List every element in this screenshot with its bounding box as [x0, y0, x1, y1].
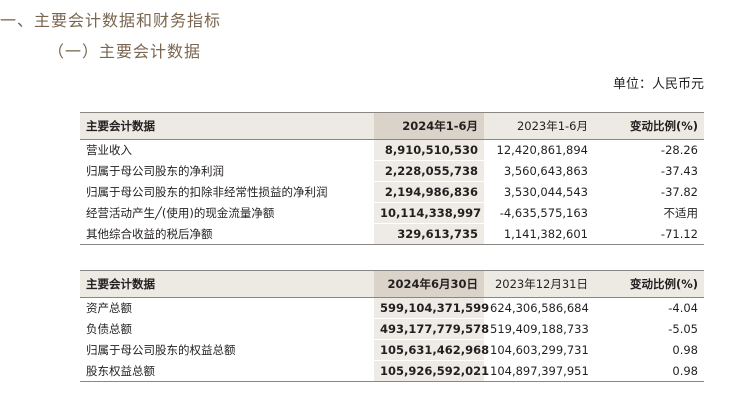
row-label: 归属于母公司股东的净利润	[80, 160, 374, 182]
previous-value: 104,897,397,951	[484, 360, 594, 382]
previous-value: 3,560,643,863	[484, 160, 594, 182]
table-row: 归属于母公司股东的扣除非经常性损益的净利润 2,194,986,836 3,53…	[80, 181, 704, 203]
table-row: 其他综合收益的税后净额 329,613,735 1,141,382,601 -7…	[80, 223, 704, 245]
previous-value: 519,409,188,733	[484, 318, 594, 340]
header-previous-period: 2023年1-6月	[484, 112, 594, 140]
change-ratio: 不适用	[594, 202, 704, 224]
previous-value: 1,141,382,601	[484, 223, 594, 245]
row-label: 归属于母公司股东的扣除非经常性损益的净利润	[80, 181, 374, 203]
current-value: 10,114,338,997	[374, 202, 484, 224]
row-label: 股东权益总额	[80, 360, 374, 382]
subsection-title: （一）主要会计数据	[48, 42, 202, 61]
change-ratio: -4.04	[594, 297, 704, 319]
table-header-row: 主要会计数据 2024年6月30日 2023年12月31日 变动比例(%)	[80, 270, 704, 298]
change-ratio: 0.98	[594, 339, 704, 361]
previous-value: -4,635,575,163	[484, 202, 594, 224]
period-data-table: 主要会计数据 2024年1-6月 2023年1-6月 变动比例(%) 营业收入 …	[80, 112, 704, 245]
current-value: 105,631,462,968	[374, 339, 489, 361]
change-ratio: -5.05	[594, 318, 704, 340]
header-current-period: 2024年1-6月	[374, 112, 484, 140]
current-value: 2,228,055,738	[374, 160, 484, 182]
current-value: 2,194,986,836	[374, 181, 484, 203]
header-item: 主要会计数据	[80, 270, 374, 298]
table-row: 归属于母公司股东的权益总额 105,631,462,968 104,603,29…	[80, 339, 704, 361]
table-row: 经营活动产生╱(使用)的现金流量净额 10,114,338,997 -4,635…	[80, 202, 704, 224]
previous-value: 624,306,586,684	[484, 297, 594, 319]
unit-label: 单位：人民币元	[612, 77, 704, 92]
change-ratio: -71.12	[594, 223, 704, 245]
current-value: 329,613,735	[374, 223, 484, 245]
balance-data-table: 主要会计数据 2024年6月30日 2023年12月31日 变动比例(%) 资产…	[80, 270, 704, 382]
table-row: 股东权益总额 105,926,592,021 104,897,397,951 0…	[80, 360, 704, 382]
table-row: 负债总额 493,177,779,578 519,409,188,733 -5.…	[80, 318, 704, 340]
change-ratio: -37.82	[594, 181, 704, 203]
section-title: 一、主要会计数据和财务指标	[0, 11, 222, 30]
change-ratio: -37.43	[594, 160, 704, 182]
previous-value: 12,420,861,894	[484, 139, 594, 161]
row-label: 其他综合收益的税后净额	[80, 223, 374, 245]
current-value: 8,910,510,530	[374, 139, 484, 161]
row-label: 归属于母公司股东的权益总额	[80, 339, 374, 361]
change-ratio: -28.26	[594, 139, 704, 161]
header-change-ratio: 变动比例(%)	[594, 112, 704, 140]
current-value: 493,177,779,578	[374, 318, 489, 340]
previous-value: 104,603,299,731	[484, 339, 594, 361]
row-label: 资产总额	[80, 297, 374, 319]
row-label: 营业收入	[80, 139, 374, 161]
header-previous-period: 2023年12月31日	[484, 270, 594, 298]
current-value: 105,926,592,021	[374, 360, 489, 382]
previous-value: 3,530,044,543	[484, 181, 594, 203]
table-row: 资产总额 599,104,371,599 624,306,586,684 -4.…	[80, 297, 704, 319]
header-current-period: 2024年6月30日	[374, 270, 484, 298]
change-ratio: 0.98	[594, 360, 704, 382]
row-label: 经营活动产生╱(使用)的现金流量净额	[80, 202, 374, 224]
table-header-row: 主要会计数据 2024年1-6月 2023年1-6月 变动比例(%)	[80, 112, 704, 140]
header-item: 主要会计数据	[80, 112, 374, 140]
table-row: 营业收入 8,910,510,530 12,420,861,894 -28.26	[80, 139, 704, 161]
table-row: 归属于母公司股东的净利润 2,228,055,738 3,560,643,863…	[80, 160, 704, 182]
row-label: 负债总额	[80, 318, 374, 340]
current-value: 599,104,371,599	[374, 297, 489, 319]
header-change-ratio: 变动比例(%)	[594, 270, 704, 298]
